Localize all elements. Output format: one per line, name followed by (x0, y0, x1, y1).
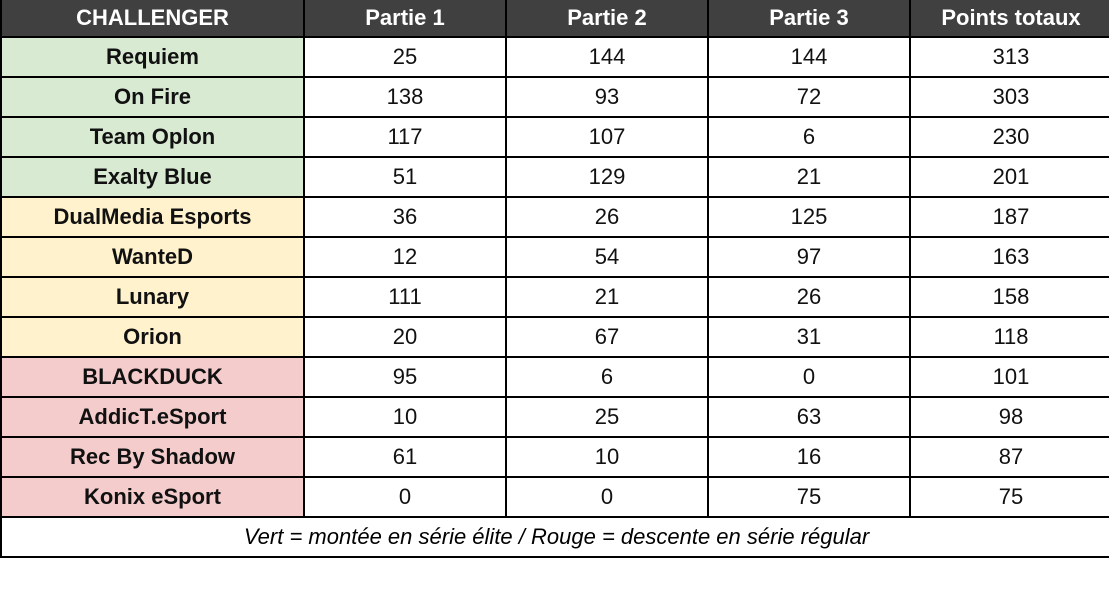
table-row: WanteD 12 54 97 163 (0, 236, 1109, 278)
header-challenger: CHALLENGER (0, 0, 305, 38)
table-row: AddicT.eSport 10 25 63 98 (0, 396, 1109, 438)
header-row: CHALLENGER Partie 1 Partie 2 Partie 3 Po… (0, 0, 1109, 38)
partie-3-cell: 26 (707, 276, 911, 318)
table-row: Konix eSport 0 0 75 75 (0, 476, 1109, 518)
points-totaux-cell: 163 (909, 236, 1109, 278)
points-totaux-cell: 87 (909, 436, 1109, 478)
partie-3-cell: 31 (707, 316, 911, 358)
team-name-cell: WanteD (0, 236, 305, 278)
partie-1-cell: 117 (303, 116, 507, 158)
points-totaux-cell: 118 (909, 316, 1109, 358)
table-row: Exalty Blue 51 129 21 201 (0, 156, 1109, 198)
partie-3-cell: 0 (707, 356, 911, 398)
team-name-cell: Lunary (0, 276, 305, 318)
team-name-cell: Orion (0, 316, 305, 358)
table-row: Requiem 25 144 144 313 (0, 36, 1109, 78)
partie-2-cell: 25 (505, 396, 709, 438)
header-points-totaux: Points totaux (909, 0, 1109, 38)
points-totaux-cell: 230 (909, 116, 1109, 158)
points-totaux-cell: 101 (909, 356, 1109, 398)
points-totaux-cell: 75 (909, 476, 1109, 518)
team-name-cell: Konix eSport (0, 476, 305, 518)
partie-1-cell: 10 (303, 396, 507, 438)
team-name-cell: Requiem (0, 36, 305, 78)
partie-1-cell: 20 (303, 316, 507, 358)
partie-1-cell: 12 (303, 236, 507, 278)
partie-1-cell: 95 (303, 356, 507, 398)
partie-2-cell: 6 (505, 356, 709, 398)
table-row: Lunary 111 21 26 158 (0, 276, 1109, 318)
table-row: BLACKDUCK 95 6 0 101 (0, 356, 1109, 398)
partie-2-cell: 144 (505, 36, 709, 78)
team-name-cell: On Fire (0, 76, 305, 118)
team-name-cell: Rec By Shadow (0, 436, 305, 478)
partie-1-cell: 138 (303, 76, 507, 118)
standings-table: CHALLENGER Partie 1 Partie 2 Partie 3 Po… (0, 0, 1109, 558)
partie-3-cell: 16 (707, 436, 911, 478)
header-partie-3: Partie 3 (707, 0, 911, 38)
partie-2-cell: 10 (505, 436, 709, 478)
partie-3-cell: 6 (707, 116, 911, 158)
partie-2-cell: 54 (505, 236, 709, 278)
team-name-cell: DualMedia Esports (0, 196, 305, 238)
legend-row: Vert = montée en série élite / Rouge = d… (0, 516, 1109, 558)
partie-1-cell: 61 (303, 436, 507, 478)
partie-1-cell: 25 (303, 36, 507, 78)
header-partie-1: Partie 1 (303, 0, 507, 38)
table-row: Team Oplon 117 107 6 230 (0, 116, 1109, 158)
partie-2-cell: 107 (505, 116, 709, 158)
partie-2-cell: 0 (505, 476, 709, 518)
partie-3-cell: 21 (707, 156, 911, 198)
table-row: On Fire 138 93 72 303 (0, 76, 1109, 118)
team-name-cell: AddicT.eSport (0, 396, 305, 438)
partie-2-cell: 26 (505, 196, 709, 238)
points-totaux-cell: 201 (909, 156, 1109, 198)
partie-1-cell: 0 (303, 476, 507, 518)
table-row: DualMedia Esports 36 26 125 187 (0, 196, 1109, 238)
partie-3-cell: 144 (707, 36, 911, 78)
partie-3-cell: 72 (707, 76, 911, 118)
table-row: Rec By Shadow 61 10 16 87 (0, 436, 1109, 478)
header-partie-2: Partie 2 (505, 0, 709, 38)
partie-2-cell: 21 (505, 276, 709, 318)
points-totaux-cell: 187 (909, 196, 1109, 238)
points-totaux-cell: 303 (909, 76, 1109, 118)
partie-1-cell: 51 (303, 156, 507, 198)
partie-2-cell: 93 (505, 76, 709, 118)
partie-3-cell: 63 (707, 396, 911, 438)
legend-note: Vert = montée en série élite / Rouge = d… (0, 516, 1109, 558)
partie-3-cell: 125 (707, 196, 911, 238)
points-totaux-cell: 158 (909, 276, 1109, 318)
partie-3-cell: 97 (707, 236, 911, 278)
partie-1-cell: 111 (303, 276, 507, 318)
team-name-cell: Exalty Blue (0, 156, 305, 198)
team-name-cell: Team Oplon (0, 116, 305, 158)
team-name-cell: BLACKDUCK (0, 356, 305, 398)
partie-1-cell: 36 (303, 196, 507, 238)
partie-3-cell: 75 (707, 476, 911, 518)
partie-2-cell: 67 (505, 316, 709, 358)
points-totaux-cell: 98 (909, 396, 1109, 438)
table-row: Orion 20 67 31 118 (0, 316, 1109, 358)
partie-2-cell: 129 (505, 156, 709, 198)
points-totaux-cell: 313 (909, 36, 1109, 78)
